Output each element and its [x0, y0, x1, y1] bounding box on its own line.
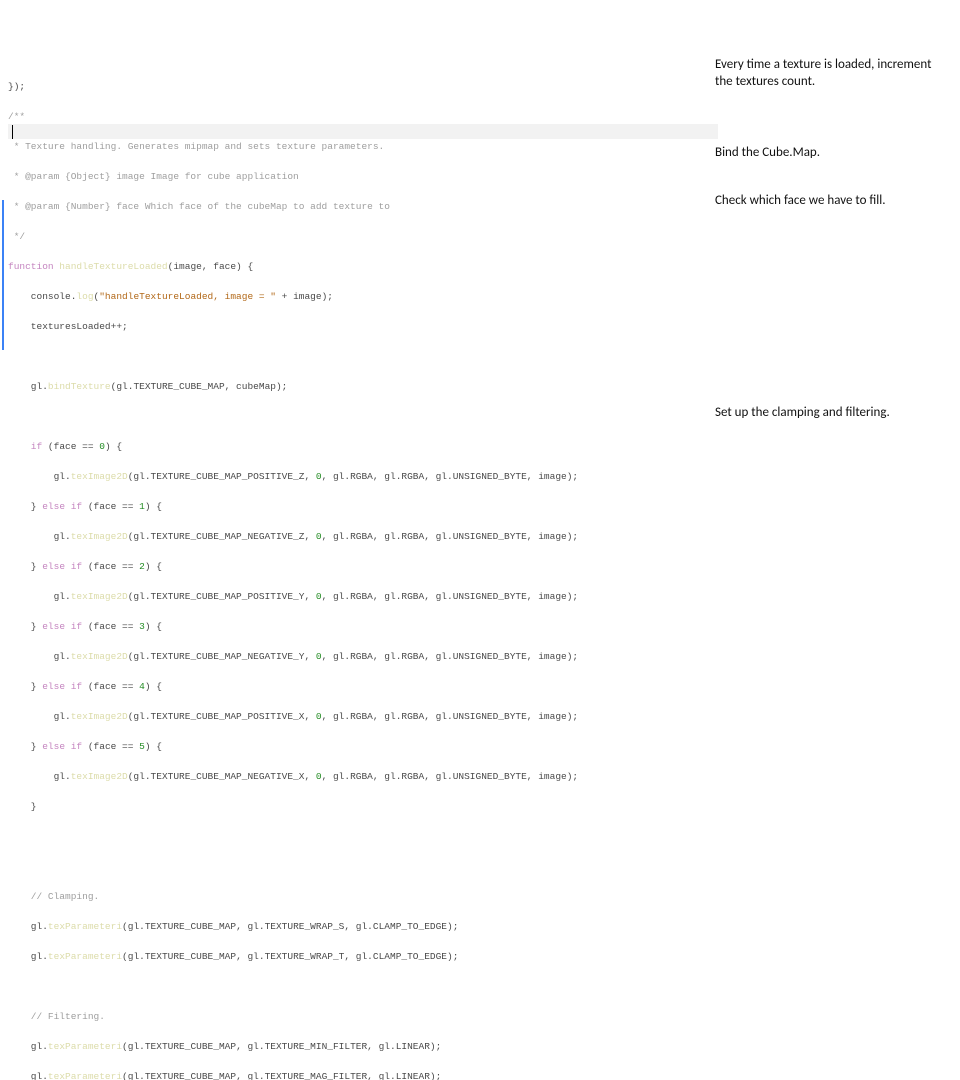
code-line: gl.texImage2D(gl.TEXTURE_CUBE_MAP_NEGATI…	[8, 649, 708, 664]
code-line: */	[8, 229, 708, 244]
code-line: } else if (face == 1) {	[8, 499, 708, 514]
code-line: gl.texParameteri(gl.TEXTURE_CUBE_MAP, gl…	[8, 1069, 708, 1080]
code-line: // Filtering.	[8, 1009, 708, 1024]
code-line: /**	[8, 109, 708, 124]
code-line: * @param {Object} image Image for cube a…	[8, 169, 708, 184]
code-line: * Texture handling. Generates mipmap and…	[8, 139, 708, 154]
code-line: gl.texImage2D(gl.TEXTURE_CUBE_MAP_POSITI…	[8, 469, 708, 484]
code-line: }	[8, 799, 708, 814]
code-line: function handleTextureLoaded(image, face…	[8, 259, 708, 274]
code-line: console.log("handleTextureLoaded, image …	[8, 289, 708, 304]
code-line	[8, 829, 708, 844]
gutter-indent-guide	[2, 200, 4, 350]
code-line: * @param {Number} face Which face of the…	[8, 199, 708, 214]
code-line: gl.texImage2D(gl.TEXTURE_CUBE_MAP_NEGATI…	[8, 769, 708, 784]
annotation: Bind the Cube.Map.	[715, 144, 940, 161]
code-line: } else if (face == 4) {	[8, 679, 708, 694]
code-line: gl.texParameteri(gl.TEXTURE_CUBE_MAP, gl…	[8, 1039, 708, 1054]
code-line	[8, 979, 708, 994]
code-line: // Clamping.	[8, 889, 708, 904]
code-line: gl.texParameteri(gl.TEXTURE_CUBE_MAP, gl…	[8, 919, 708, 934]
code-line	[8, 409, 708, 424]
code-line: gl.texImage2D(gl.TEXTURE_CUBE_MAP_NEGATI…	[8, 529, 708, 544]
code-line: gl.bindTexture(gl.TEXTURE_CUBE_MAP, cube…	[8, 379, 708, 394]
code-line: if (face == 0) {	[8, 439, 708, 454]
annotation: Every time a texture is loaded, incremen…	[715, 56, 940, 90]
code-line: });	[8, 79, 708, 94]
code-line: } else if (face == 5) {	[8, 739, 708, 754]
code-line: gl.texParameteri(gl.TEXTURE_CUBE_MAP, gl…	[8, 949, 708, 964]
code-line	[8, 859, 708, 874]
code-editor[interactable]: }); /** * Texture handling. Generates mi…	[8, 4, 708, 1080]
code-line	[8, 349, 708, 364]
code-line: texturesLoaded++;	[8, 319, 708, 334]
annotation: Check which face we have to fill.	[715, 192, 940, 209]
code-line: gl.texImage2D(gl.TEXTURE_CUBE_MAP_POSITI…	[8, 709, 708, 724]
code-line: gl.texImage2D(gl.TEXTURE_CUBE_MAP_POSITI…	[8, 589, 708, 604]
annotation: Set up the clamping and filtering.	[715, 404, 940, 421]
code-line: } else if (face == 3) {	[8, 619, 708, 634]
code-line: } else if (face == 2) {	[8, 559, 708, 574]
